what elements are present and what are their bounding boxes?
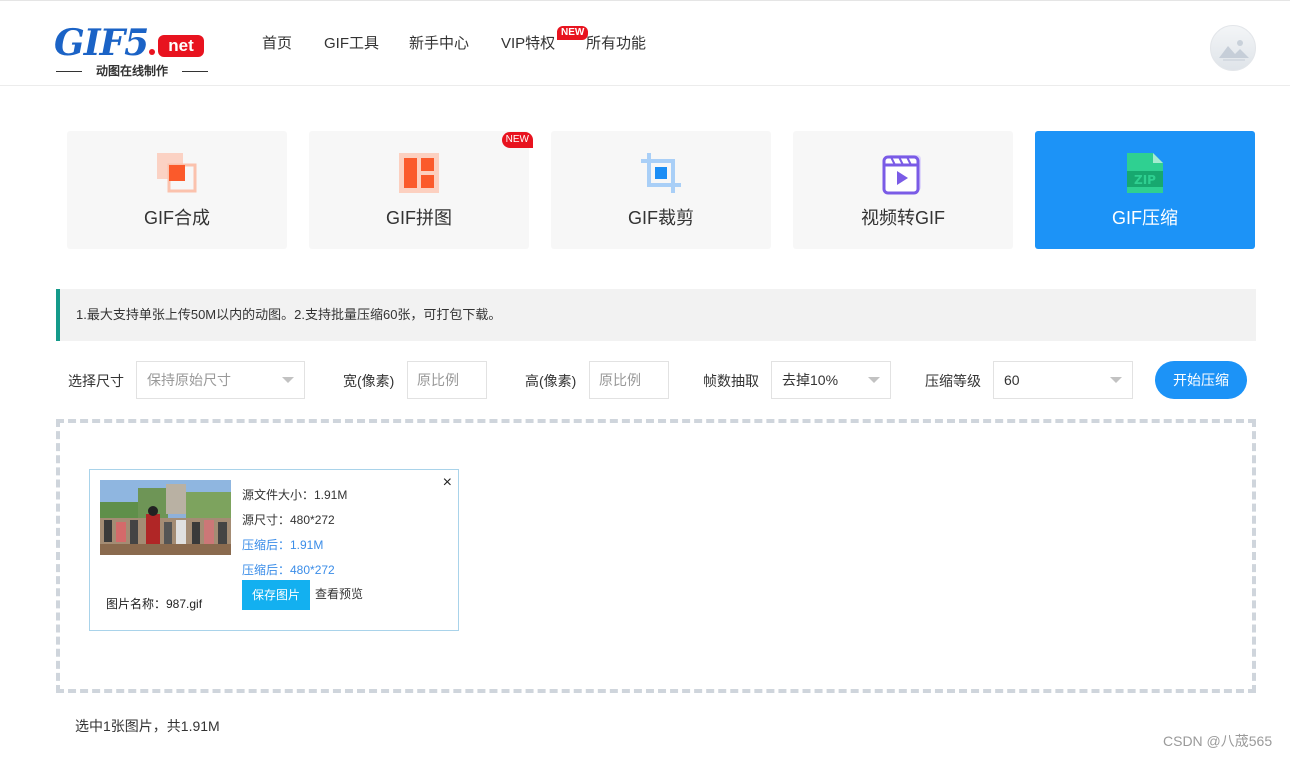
save-image-button[interactable]: 保存图片	[242, 580, 310, 610]
chevron-down-icon	[282, 377, 294, 383]
tool-label: GIF裁剪	[628, 208, 694, 228]
source-dimensions: 源尺寸：480*272	[242, 513, 335, 527]
level-select[interactable]: 60	[993, 361, 1133, 399]
file-name: 图片名称：987.gif	[106, 597, 203, 611]
notice-bar: 1.最大支持单张上传50M以内的动图。2.支持批量压缩60张，可打包下载。	[56, 289, 1256, 341]
frames-select-value: 去掉10%	[782, 372, 839, 388]
chevron-down-icon	[1110, 377, 1122, 383]
video-icon	[882, 155, 921, 195]
tool-gif-crop[interactable]: GIF裁剪	[551, 131, 771, 249]
frames-label: 帧数抽取	[703, 373, 759, 389]
logo-tld: net	[158, 35, 204, 57]
height-input[interactable]: 原比例	[589, 361, 669, 399]
compressed-size: 压缩后：1.91M	[242, 538, 324, 552]
nav-beginner[interactable]: 新手中心	[409, 34, 469, 54]
nav-vip[interactable]: VIP特权	[501, 34, 555, 54]
file-card: × 源文件大小：1.91M 源尺寸：480*272 压缩后：1.91M 压缩后：…	[89, 469, 459, 631]
collage-icon	[399, 153, 439, 193]
nav-gif-tools[interactable]: GIF工具	[324, 34, 379, 54]
width-label: 宽(像素)	[343, 373, 395, 389]
tool-label: GIF拼图	[386, 208, 452, 228]
file-thumbnail	[100, 480, 231, 555]
logo-brand: GIF5	[54, 22, 149, 64]
crop-icon	[641, 153, 681, 193]
logo-tagline: 动图在线制作	[56, 64, 208, 78]
level-select-value: 60	[1004, 372, 1020, 388]
selection-summary: 选中1张图片，共1.91M	[75, 718, 220, 734]
frames-select[interactable]: 去掉10%	[771, 361, 891, 399]
nav-all-features[interactable]: 所有功能	[586, 34, 646, 54]
tool-tabs: GIF合成 GIF拼图 NEW GIF裁剪 视频转GIF ZIP GIF压缩	[67, 131, 1257, 249]
height-label: 高(像素)	[525, 373, 577, 389]
site-logo[interactable]: GIF5 net 动图在线制作	[54, 23, 214, 83]
merge-icon	[157, 153, 197, 193]
size-select[interactable]: 保持原始尺寸	[136, 361, 305, 399]
source-size: 源文件大小：1.91M	[242, 488, 348, 502]
tool-label: GIF压缩	[1112, 208, 1178, 228]
csdn-watermark: CSDN @八荿565	[1163, 733, 1273, 749]
user-avatar[interactable]	[1210, 25, 1256, 71]
svg-text:ZIP: ZIP	[1134, 173, 1156, 187]
avatar-image-icon	[1219, 40, 1249, 61]
chevron-down-icon	[868, 377, 880, 383]
tool-video-to-gif[interactable]: 视频转GIF	[793, 131, 1013, 249]
nav-vip-new-badge: NEW	[557, 26, 589, 40]
size-select-value: 保持原始尺寸	[147, 372, 231, 388]
tool-label: 视频转GIF	[861, 208, 945, 228]
tool-gif-merge[interactable]: GIF合成	[67, 131, 287, 249]
nav-home[interactable]: 首页	[262, 34, 292, 54]
tool-new-badge: NEW	[501, 132, 533, 148]
zip-icon: ZIP	[1127, 153, 1163, 193]
close-icon[interactable]: ×	[443, 474, 452, 492]
size-label: 选择尺寸	[68, 373, 124, 389]
logo-dot	[149, 49, 155, 55]
thumbnail-image	[100, 480, 231, 555]
tool-gif-compress[interactable]: ZIP GIF压缩	[1035, 131, 1255, 249]
start-compress-button[interactable]: 开始压缩	[1155, 361, 1247, 399]
compress-options: 选择尺寸 保持原始尺寸 宽(像素) 原比例 高(像素) 原比例 帧数抽取 去掉1…	[0, 361, 1290, 399]
level-label: 压缩等级	[925, 373, 981, 389]
preview-link[interactable]: 查看预览	[315, 585, 363, 602]
tool-label: GIF合成	[144, 208, 210, 228]
tool-gif-collage[interactable]: GIF拼图 NEW	[309, 131, 533, 249]
compressed-dimensions: 压缩后：480*272	[242, 563, 335, 577]
width-input[interactable]: 原比例	[407, 361, 487, 399]
site-header: GIF5 net 动图在线制作 首页 GIF工具 新手中心 VIP特权 NEW …	[0, 1, 1290, 86]
